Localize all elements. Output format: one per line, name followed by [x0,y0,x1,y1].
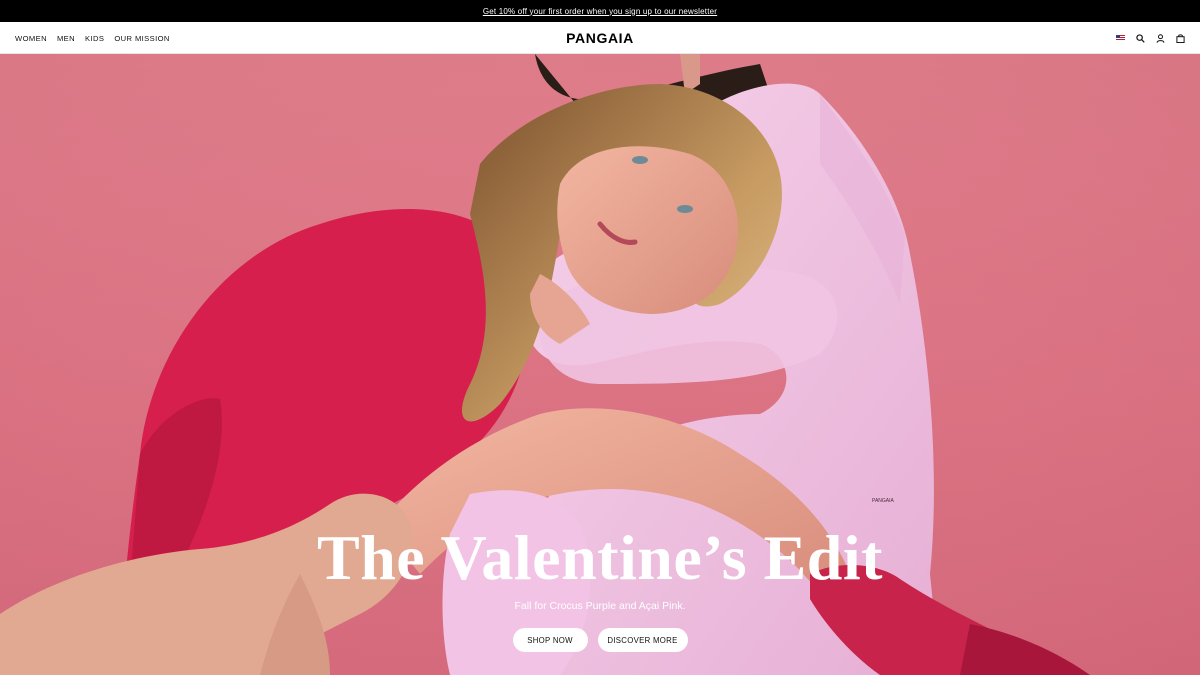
nav-women[interactable]: WOMEN [15,34,47,43]
hero-subtitle: Fall for Crocus Purple and Açai Pink. [514,600,686,612]
woman-face [557,146,738,314]
us-flag-icon[interactable] [1116,34,1125,43]
bag-icon[interactable] [1176,33,1185,43]
site-header: WOMEN MEN KIDS OUR MISSION PANGAIA [0,22,1200,54]
shop-now-button[interactable]: SHOP NOW [512,628,588,652]
hero-banner[interactable]: PANGAIA The Valentine’s Edit Fall for Cr… [0,54,1200,675]
hero-title: The Valentine’s Edit [317,522,883,593]
nav-men[interactable]: MEN [57,34,75,43]
main-nav: WOMEN MEN KIDS OUR MISSION [15,22,170,54]
search-icon[interactable] [1136,33,1145,43]
hero-cta-row: SHOP NOW DISCOVER MORE [0,628,1200,652]
nav-our-mission[interactable]: OUR MISSION [114,34,169,43]
nav-kids[interactable]: KIDS [85,34,104,43]
discover-more-button[interactable]: DISCOVER MORE [597,628,688,652]
brand-logo[interactable]: PANGAIA [566,22,634,54]
header-icons [1116,22,1185,54]
newsletter-link[interactable]: Get 10% off your first order when you si… [483,7,717,16]
announcement-bar: Get 10% off your first order when you si… [0,0,1200,22]
hoodie-print: PANGAIA [872,498,895,504]
account-icon[interactable] [1156,33,1165,43]
